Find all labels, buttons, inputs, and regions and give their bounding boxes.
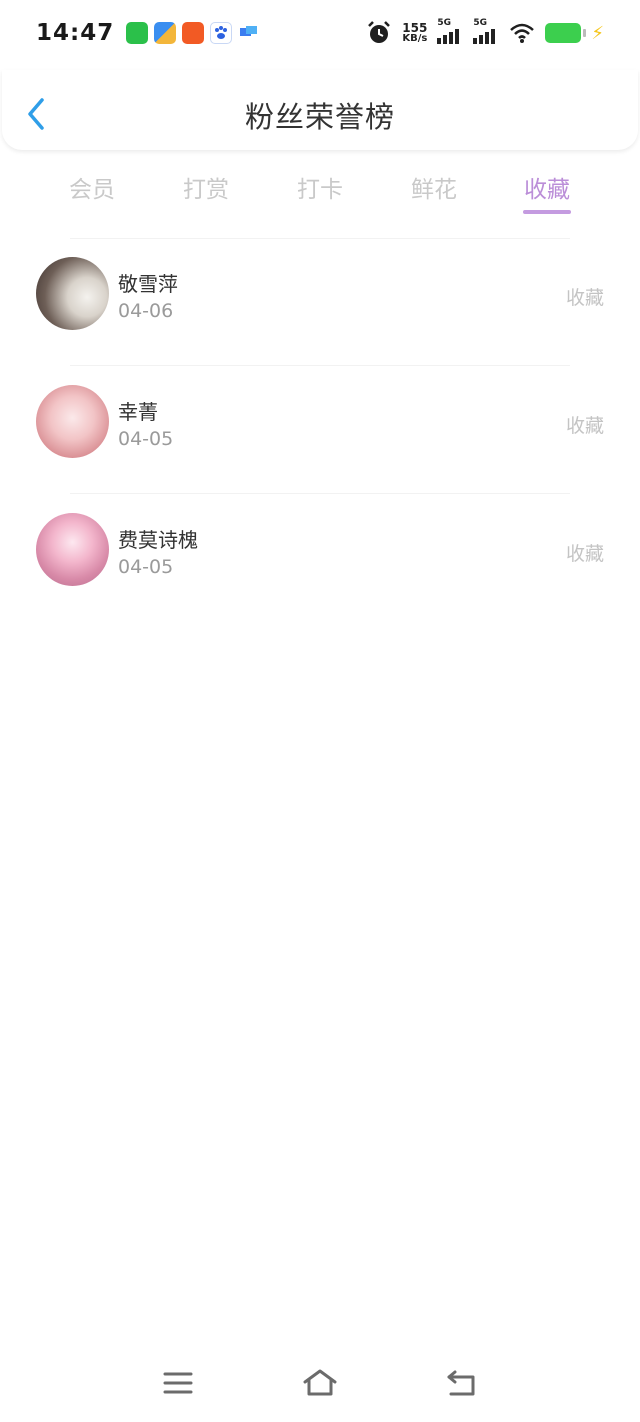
fan-date: 04-06 <box>118 300 174 322</box>
fan-name: 敬雪萍 <box>118 272 178 296</box>
home-icon <box>303 1369 337 1396</box>
fan-action-label: 收藏 <box>565 543 604 565</box>
signal-label: 5G <box>473 18 488 28</box>
fan-date: 04-05 <box>118 556 174 578</box>
status-right: 155 KB/s 5G 5G ⚡ <box>366 18 604 46</box>
tab-favorites[interactable]: 收藏 <box>524 170 570 204</box>
tab-member[interactable]: 会员 <box>69 170 115 204</box>
signal-label: 5G <box>437 18 452 28</box>
list-item[interactable]: 费莫诗槐 04-05 收藏 <box>0 494 640 622</box>
tab-flowers[interactable]: 鲜花 <box>411 170 457 204</box>
tab-checkin[interactable]: 打卡 <box>297 170 343 204</box>
files-icon <box>154 22 177 44</box>
tab-reward[interactable]: 打赏 <box>183 170 229 204</box>
battery-icon <box>545 23 587 43</box>
fan-name: 费莫诗槐 <box>118 528 198 552</box>
page-title: 粉丝荣誉榜 <box>244 100 395 134</box>
signal-5g-icon: 5G <box>437 18 463 44</box>
active-tab-indicator <box>523 210 571 214</box>
network-speed: 155 KB/s <box>402 22 427 44</box>
list-item[interactable]: 幸菁 04-05 收藏 <box>0 366 640 494</box>
fan-date: 04-05 <box>118 428 174 450</box>
avatar <box>36 257 109 330</box>
app-header: 粉丝荣誉榜 <box>2 70 638 150</box>
back-nav-button[interactable] <box>445 1368 479 1398</box>
fan-list: 敬雪萍 04-06 收藏 幸菁 04-05 收藏 费莫诗槐 04-05 收藏 <box>0 238 640 622</box>
kuaishou-icon <box>182 22 205 44</box>
status-bar: 14:47 155 KB/s 5G 5G ⚡ <box>0 0 640 66</box>
status-app-icons <box>126 22 261 44</box>
alarm-clock-icon <box>368 21 391 43</box>
back-icon <box>447 1370 475 1396</box>
home-button[interactable] <box>302 1368 337 1398</box>
avatar <box>36 513 109 586</box>
wifi-icon <box>510 23 535 43</box>
page: 14:47 155 KB/s 5G 5G ⚡ 粉丝荣誉榜 会员 打赏 打卡 鲜花… <box>0 0 640 1422</box>
signal-5g-icon: 5G <box>473 18 499 44</box>
fan-name: 幸菁 <box>118 400 158 424</box>
fan-action-label: 收藏 <box>565 415 604 437</box>
wechat-icon <box>126 22 149 44</box>
system-nav-bar <box>0 1358 640 1408</box>
menu-icon <box>163 1372 193 1394</box>
fan-action-label: 收藏 <box>565 287 604 309</box>
baidu-icon <box>210 22 233 44</box>
charging-icon: ⚡ <box>591 22 604 44</box>
message-icon <box>238 22 261 44</box>
avatar <box>36 385 109 458</box>
list-item[interactable]: 敬雪萍 04-06 收藏 <box>0 238 640 366</box>
net-speed-unit: KB/s <box>402 33 428 44</box>
status-time: 14:47 <box>36 20 115 46</box>
menu-button[interactable] <box>161 1368 195 1398</box>
